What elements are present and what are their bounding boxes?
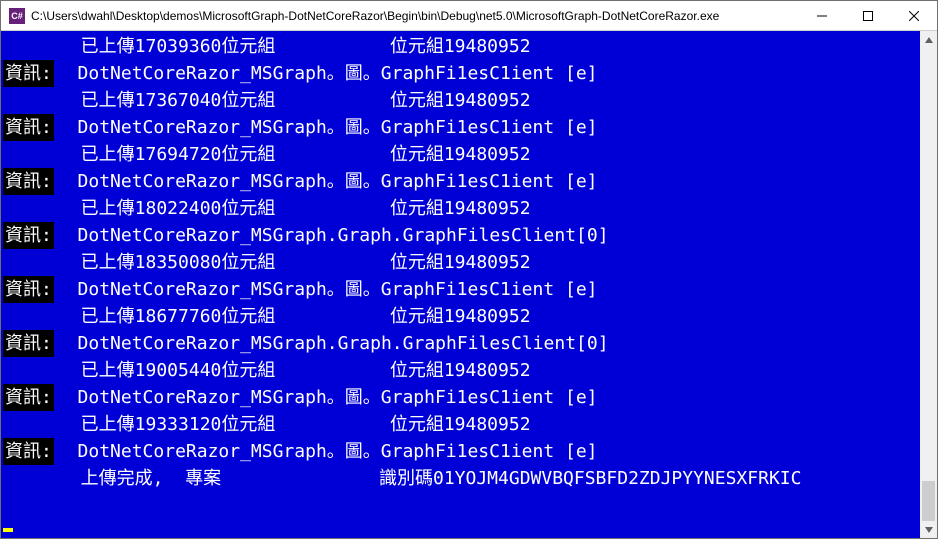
- maximize-button[interactable]: [845, 1, 891, 30]
- log-source-text: DotNetCoreRazor_MSGraph.Graph.GraphFiles…: [78, 222, 609, 249]
- upload-progress-line: 已上傳18350080位元組 位元組19480952: [3, 249, 931, 276]
- upload-progress-line: 已上傳17694720位元組 位元組19480952: [3, 141, 931, 168]
- log-level-badge: 資訊:: [3, 438, 54, 465]
- cursor-icon: [3, 528, 13, 532]
- log-level-badge: 資訊:: [3, 60, 54, 87]
- app-window: C# C:\Users\dwahl\Desktop\demos\Microsof…: [0, 0, 938, 539]
- uploaded-bytes: 已上傳18350080位元組: [59, 249, 379, 276]
- log-level-badge: 資訊:: [3, 168, 54, 195]
- upload-progress-line: 已上傳17039360位元組 位元組19480952: [3, 33, 931, 60]
- upload-progress-line: 已上傳19005440位元組 位元組19480952: [3, 357, 931, 384]
- minimize-button[interactable]: [799, 1, 845, 30]
- total-bytes: 位元組19480952: [379, 195, 531, 222]
- log-source-line: 資訊: DotNetCoreRazor_MSGraph.Graph.GraphF…: [3, 330, 931, 357]
- log-source-text: DotNetCoreRazor_MSGraph。圖。GraphFi1esC1ie…: [78, 384, 598, 411]
- log-source-text: DotNetCoreRazor_MSGraph。圖。GraphFi1esC1ie…: [78, 114, 598, 141]
- scroll-down-button[interactable]: [920, 521, 937, 538]
- log-level-badge: 資訊:: [3, 114, 54, 141]
- log-source-text: DotNetCoreRazor_MSGraph.Graph.GraphFiles…: [78, 330, 609, 357]
- total-bytes: 位元組19480952: [379, 87, 531, 114]
- log-level-badge: 資訊:: [3, 276, 54, 303]
- upload-complete-label: 上傳完成, 專案: [59, 465, 379, 492]
- app-icon: C#: [9, 8, 25, 24]
- uploaded-bytes: 已上傳17367040位元組: [59, 87, 379, 114]
- log-level-badge: 資訊:: [3, 330, 54, 357]
- vertical-scrollbar[interactable]: [920, 31, 937, 538]
- close-button[interactable]: [891, 1, 937, 30]
- uploaded-bytes: 已上傳17039360位元組: [59, 33, 379, 60]
- window-controls: [799, 1, 937, 30]
- uploaded-bytes: 已上傳19005440位元組: [59, 357, 379, 384]
- scrollbar-track[interactable]: [920, 48, 937, 521]
- uploaded-bytes: 已上傳18677760位元組: [59, 303, 379, 330]
- log-source-line: 資訊: DotNetCoreRazor_MSGraph。圖。GraphFi1es…: [3, 384, 931, 411]
- total-bytes: 位元組19480952: [379, 303, 531, 330]
- upload-progress-line: 已上傳17367040位元組 位元組19480952: [3, 87, 931, 114]
- scrollbar-thumb[interactable]: [922, 481, 935, 521]
- console-output: 已上傳17039360位元組 位元組19480952資訊: DotNetCore…: [3, 33, 931, 492]
- uploaded-bytes: 已上傳18022400位元組: [59, 195, 379, 222]
- total-bytes: 位元組19480952: [379, 411, 531, 438]
- log-source-line: 資訊: DotNetCoreRazor_MSGraph。圖。GraphFi1es…: [3, 114, 931, 141]
- upload-progress-line: 已上傳19333120位元組 位元組19480952: [3, 411, 931, 438]
- total-bytes: 位元組19480952: [379, 249, 531, 276]
- scroll-up-button[interactable]: [920, 31, 937, 48]
- upload-progress-line: 已上傳18022400位元組 位元組19480952: [3, 195, 931, 222]
- total-bytes: 位元組19480952: [379, 141, 531, 168]
- uploaded-bytes: 已上傳17694720位元組: [59, 141, 379, 168]
- log-source-line: 資訊: DotNetCoreRazor_MSGraph。圖。GraphFi1es…: [3, 438, 931, 465]
- log-source-text: DotNetCoreRazor_MSGraph。圖。GraphFi1esC1ie…: [78, 60, 598, 87]
- log-source-text: DotNetCoreRazor_MSGraph。圖。GraphFi1esC1ie…: [78, 438, 598, 465]
- log-level-badge: 資訊:: [3, 222, 54, 249]
- total-bytes: 位元組19480952: [379, 33, 531, 60]
- uploaded-bytes: 已上傳19333120位元組: [59, 411, 379, 438]
- log-source-line: 資訊: DotNetCoreRazor_MSGraph.Graph.GraphF…: [3, 222, 931, 249]
- window-title: C:\Users\dwahl\Desktop\demos\MicrosoftGr…: [31, 9, 799, 23]
- log-source-line: 資訊: DotNetCoreRazor_MSGraph。圖。GraphFi1es…: [3, 168, 931, 195]
- total-bytes: 位元組19480952: [379, 357, 531, 384]
- log-level-badge: 資訊:: [3, 384, 54, 411]
- log-source-line: 資訊: DotNetCoreRazor_MSGraph。圖。GraphFi1es…: [3, 60, 931, 87]
- upload-progress-line: 已上傳18677760位元組 位元組19480952: [3, 303, 931, 330]
- console-area[interactable]: 已上傳17039360位元組 位元組19480952資訊: DotNetCore…: [1, 31, 937, 538]
- titlebar[interactable]: C# C:\Users\dwahl\Desktop\demos\Microsof…: [1, 1, 937, 31]
- log-source-line: 資訊: DotNetCoreRazor_MSGraph。圖。GraphFi1es…: [3, 276, 931, 303]
- log-source-text: DotNetCoreRazor_MSGraph。圖。GraphFi1esC1ie…: [78, 276, 598, 303]
- log-source-text: DotNetCoreRazor_MSGraph。圖。GraphFi1esC1ie…: [78, 168, 598, 195]
- upload-id: 識別碼01YOJM4GDWVBQFSBFD2ZDJPYYNESXFRKIC: [379, 465, 801, 492]
- upload-complete-line: 上傳完成, 專案識別碼01YOJM4GDWVBQFSBFD2ZDJPYYNESX…: [3, 465, 931, 492]
